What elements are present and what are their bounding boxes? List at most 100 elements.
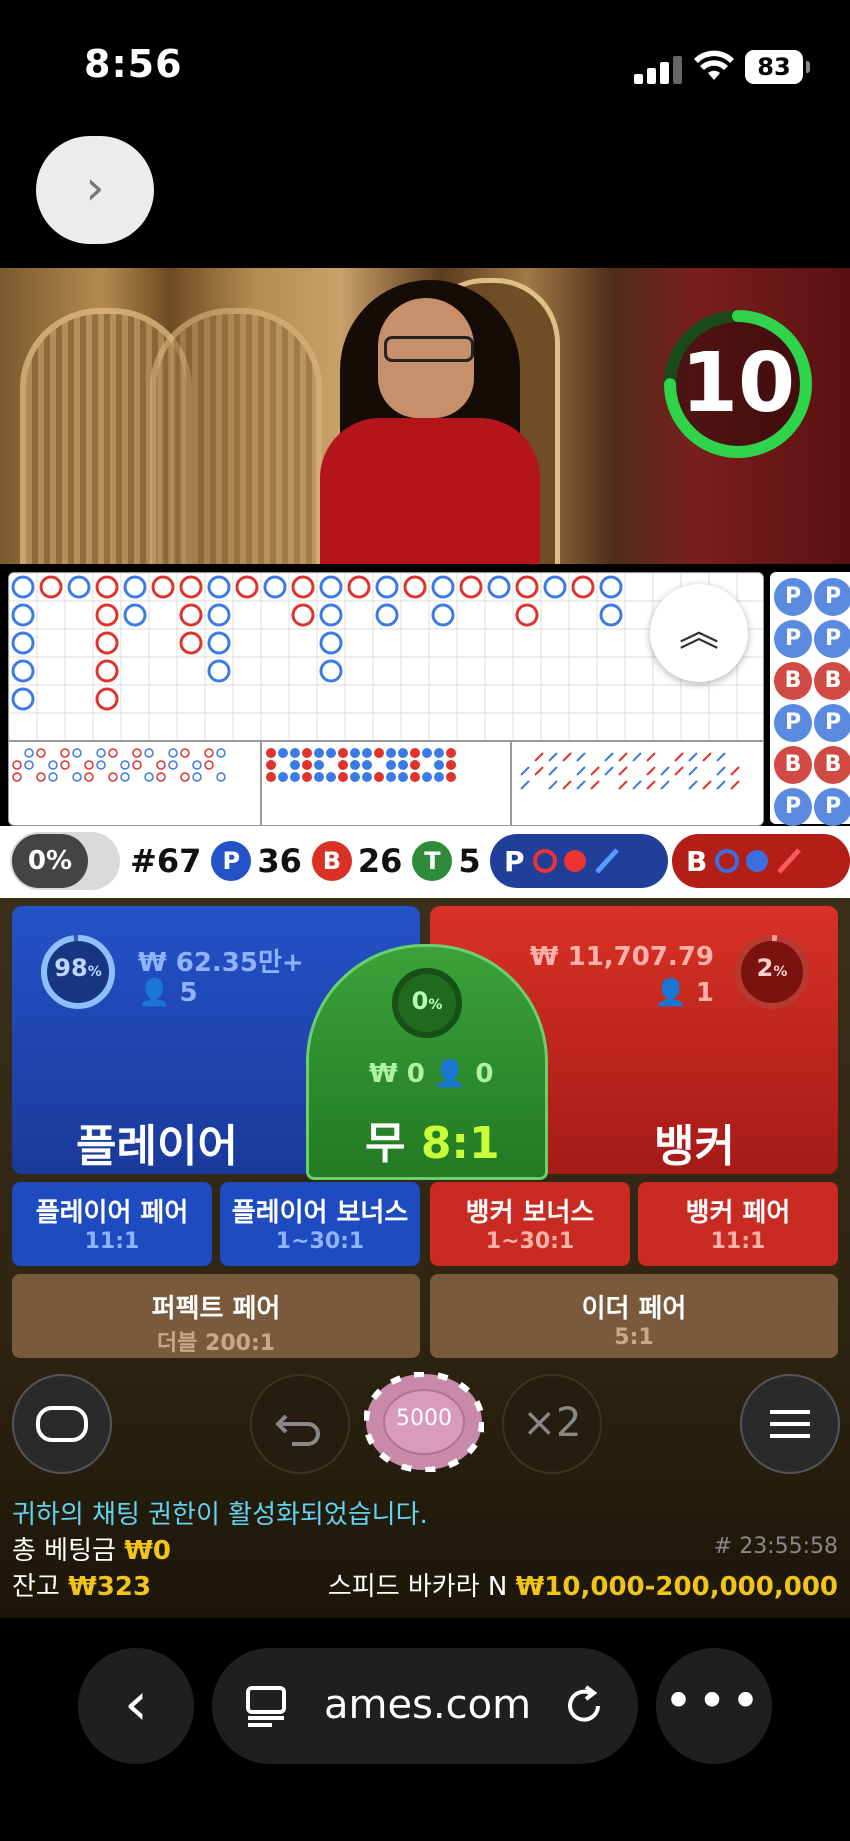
percent-toggle[interactable]: 0% [10,832,120,890]
table-name: 스피드 바카라 N [327,1572,508,1602]
cockroach-road-mark [576,752,586,762]
bead-road-dot [362,748,372,758]
big-road-banker-mark [151,575,175,599]
back-button[interactable]: ‹ [78,1648,194,1764]
round-number: #67 [130,842,202,880]
small-road-mark [156,772,166,782]
tie-stat-badge: T [412,841,453,881]
background-arch [150,308,322,564]
bead-road-scoreboard[interactable] [8,572,764,826]
undo-button[interactable] [250,1374,350,1474]
bead-road-dot [434,772,444,782]
side-bet-name: 뱅커 페어 [685,1198,791,1228]
bead-road-dot [338,772,348,782]
more-button[interactable]: ••• [656,1648,772,1764]
player-pair-bet[interactable]: 플레이어 페어 11:1 [12,1182,212,1266]
big-road-banker-mark [95,575,119,599]
big-road-player-mark [123,575,147,599]
cockroach-road-mark [548,766,558,776]
bead-road-dot [422,748,432,758]
side-bet-name: 플레이어 페어 [35,1198,189,1228]
cockroach-road-mark [604,752,614,762]
balance-value: ₩323 [68,1572,152,1602]
small-road-mark [96,760,106,770]
bead-road-dot [398,772,408,782]
tie-bet-spot[interactable]: 0% ₩ 0 👤 0 무 8:1 [306,944,548,1180]
side-bet-name: 뱅커 보너스 [465,1198,595,1228]
bead-road-dot [266,772,276,782]
bead-player: P [774,578,812,616]
cockroach-road-mark [702,780,712,790]
small-road-mark [204,748,214,758]
big-road-banker-mark [179,603,203,627]
bead-banker: B [814,746,850,784]
side-bet-odds: 5:1 [614,1325,654,1350]
cockroach-road-mark [688,766,698,776]
chat-permission-message: 귀하의 채팅 권한이 활성화되었습니다. [12,1500,428,1530]
round-stats: #67 P 36 B 26 T 5 [130,838,481,884]
big-road-player-mark [375,603,399,627]
big-road-player-mark [319,631,343,655]
banker-pair-bet[interactable]: 뱅커 페어 11:1 [638,1182,838,1266]
bead-road-dot [350,748,360,758]
tie-odds: 8:1 [420,1118,500,1169]
big-road-banker-mark [179,631,203,655]
cockroach-road-mark [646,752,656,762]
bead-banker: B [774,662,812,700]
chevron-left-icon: ‹ [124,1669,148,1739]
small-road-mark [156,760,166,770]
double-button[interactable]: ×2 [502,1374,602,1474]
bead-road-dot [434,748,444,758]
predict-symbols-icon [532,848,619,874]
cellular-signal-icon [634,56,682,84]
cockroach-road-mark [618,766,628,776]
player-ask-button[interactable]: P [490,834,668,888]
dealer-glasses [384,336,474,362]
bead-road-dot [434,760,444,770]
big-road-player-mark [207,575,231,599]
round-id: # 23:55:58 [713,1534,838,1559]
chevron-right-icon: › [85,160,105,216]
small-road-mark [168,748,178,758]
bead-banker: B [774,746,812,784]
cockroach-road-mark [716,780,726,790]
chat-bubble-icon [36,1406,88,1442]
big-road-banker-mark [95,603,119,627]
bead-player: P [774,788,812,826]
percent-sign: % [87,964,102,980]
banker-bonus-bet[interactable]: 뱅커 보너스 1~30:1 [430,1182,630,1266]
bead-road-dot [302,760,312,770]
url-text: ames.com [324,1682,532,1728]
player-bonus-bet[interactable]: 플레이어 보너스 1~30:1 [220,1182,420,1266]
banker-ask-button[interactable]: B [672,834,850,888]
dealer-body [320,418,540,564]
side-bet-odds: 1~30:1 [485,1229,575,1254]
player-ask-label: P [504,844,525,878]
menu-button[interactable] [740,1374,840,1474]
player-label: 플레이어 [76,1121,238,1172]
big-road-banker-mark [291,575,315,599]
small-road-mark [144,748,154,758]
chat-button[interactable] [12,1374,112,1474]
perfect-pair-bet[interactable]: 퍼펙트 페어 더블 200:1 [12,1274,420,1358]
small-road-mark [96,748,106,758]
tie-label: 무 [365,1118,406,1169]
small-road-mark [60,760,70,770]
tie-amount: ₩ 0 [369,1059,425,1089]
cockroach-road-mark [548,780,558,790]
url-bar[interactable]: ames.com [212,1648,638,1764]
cockroach-road-mark [618,780,628,790]
cockroach-road-mark [702,752,712,762]
either-pair-bet[interactable]: 이더 페어 5:1 [430,1274,838,1358]
small-road-mark [216,748,226,758]
player-amount: ₩ 62.35만+ [138,948,304,978]
collapse-button[interactable]: ︽ [650,584,748,682]
bead-road-dot [350,772,360,782]
bead-road-dot [374,748,384,758]
player-bettors: 5 [179,978,198,1008]
forward-button[interactable]: › [36,136,154,244]
cockroach-road-mark [534,766,544,776]
small-road-mark [60,748,70,758]
bead-road-dot [410,748,420,758]
bead-road-dot [422,772,432,782]
